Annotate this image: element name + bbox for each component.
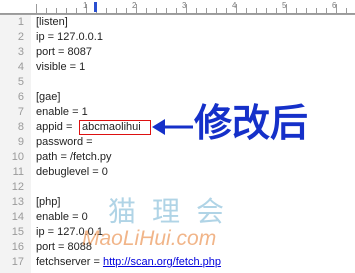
ruler-number: 2 [132, 1, 137, 10]
line-number: 1 [17, 16, 24, 28]
ruler-number: 6 [332, 1, 337, 10]
code-line[interactable]: enable = 0 [36, 210, 88, 225]
line-number: 14 [11, 211, 24, 223]
text-editor[interactable]: 1 2 3 4 5 6 1 2 3 4 5 6 7 8 9 10 11 12 1… [0, 0, 355, 273]
code-line[interactable]: ip = 127.0.0.1 [36, 30, 103, 45]
line-number: 11 [12, 166, 24, 178]
ruler-number: 5 [282, 1, 287, 10]
fetchserver-key: fetchserver = [36, 256, 103, 268]
code-line[interactable]: debuglevel = 0 [36, 165, 108, 180]
watermark-chinese: 猫理会 [108, 195, 241, 228]
line-number: 3 [17, 46, 24, 58]
appid-value[interactable]: abcmaolihui [82, 120, 141, 135]
code-line-section-gae[interactable]: [gae] [36, 90, 60, 105]
code-line[interactable]: port = 8087 [36, 45, 92, 60]
line-number: 4 [17, 61, 24, 73]
line-number: 2 [17, 31, 24, 43]
ruler-number: 4 [232, 1, 237, 10]
code-line[interactable]: password = [36, 135, 93, 150]
fetchserver-link[interactable]: http://scan.org/fetch.php [103, 256, 221, 268]
code-line[interactable]: visible = 1 [36, 60, 85, 75]
code-line-appid[interactable]: appid = [36, 120, 75, 135]
ruler-ticks [0, 2, 355, 14]
code-line[interactable]: enable = 1 [36, 105, 88, 120]
line-number: 9 [17, 136, 24, 148]
line-number: 17 [11, 256, 24, 268]
code-line-fetchserver[interactable]: fetchserver = http://scan.org/fetch.php [36, 255, 221, 270]
line-number: 8 [17, 121, 24, 133]
arrow-left-icon [152, 119, 193, 135]
line-number: 6 [17, 91, 24, 103]
code-line[interactable]: path = /fetch.py [36, 150, 112, 165]
line-number: 10 [11, 151, 24, 163]
line-number: 15 [11, 226, 24, 238]
line-number: 12 [11, 181, 24, 193]
ruler-number: 1 [83, 1, 88, 10]
line-number: 5 [17, 76, 24, 88]
line-number: 7 [17, 106, 24, 118]
code-line-section-listen[interactable]: [listen] [36, 15, 68, 30]
code-line-section-php[interactable]: [php] [36, 195, 60, 210]
ruler-caret-marker [94, 2, 97, 12]
watermark-url: MaoLiHui.com [82, 227, 217, 250]
column-ruler: 1 2 3 4 5 6 [0, 0, 355, 15]
line-number: 13 [11, 196, 24, 208]
annotation-label: 修改后 [194, 101, 309, 145]
line-number: 16 [11, 241, 24, 253]
ruler-number: 3 [182, 1, 187, 10]
